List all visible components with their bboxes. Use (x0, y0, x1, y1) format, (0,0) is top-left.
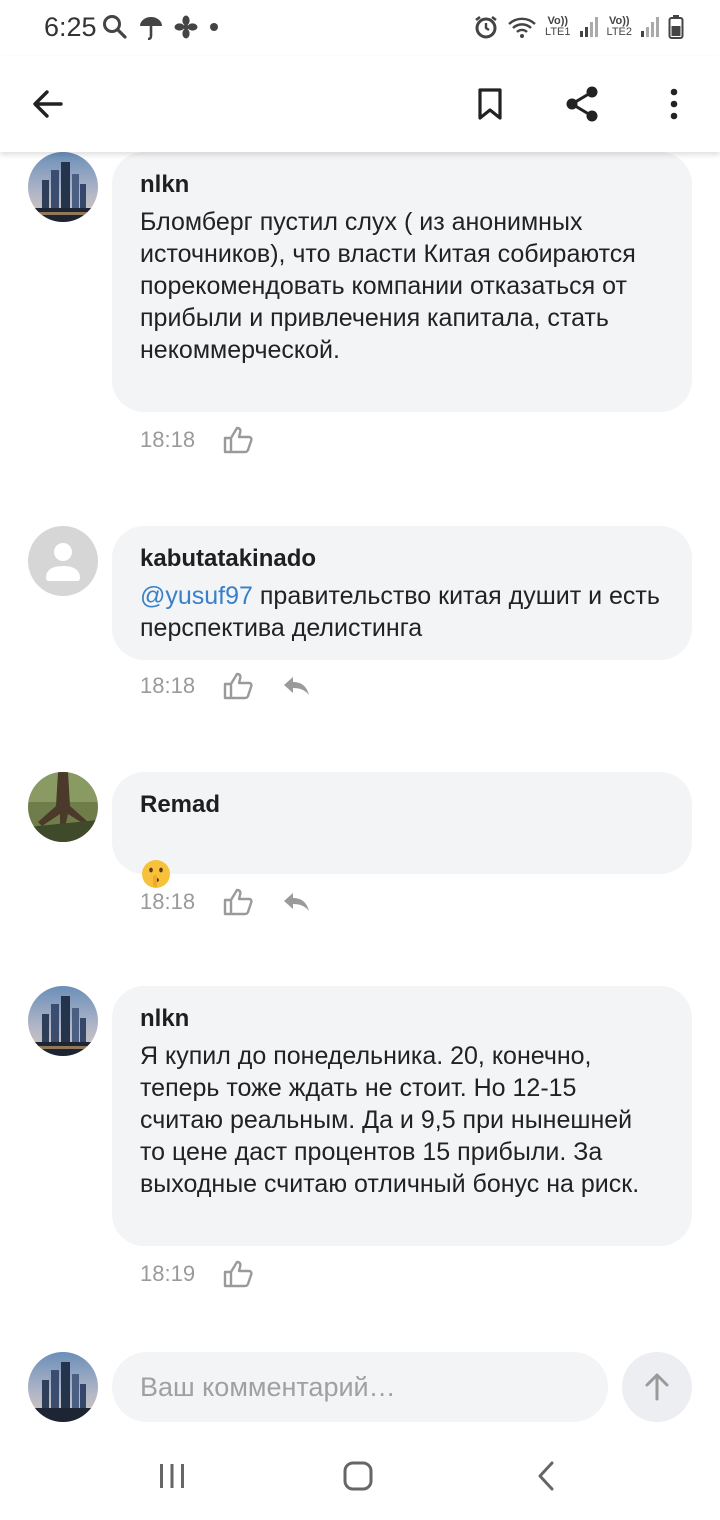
comment-time: 18:18 (140, 673, 196, 698)
tree-roots-avatar (28, 772, 98, 842)
chevron-left-icon (538, 1461, 554, 1491)
bookmark-button[interactable] (460, 74, 520, 134)
like-icon[interactable] (223, 426, 253, 454)
comment-bubble: kabutatakinado @yusuf97 правительство ки… (112, 526, 692, 660)
city-skyline-avatar (28, 1352, 98, 1422)
more-vert-icon (670, 88, 678, 120)
comment-meta: 18:18 (140, 888, 311, 916)
like-icon[interactable] (223, 672, 253, 700)
wifi-icon (508, 17, 536, 38)
send-button[interactable] (622, 1352, 692, 1422)
like-icon[interactable] (223, 888, 253, 916)
comments-list: nlkn Бломберг пустил слух ( из анонимных… (0, 152, 720, 1490)
comment-author[interactable]: nlkn (140, 1004, 664, 1034)
arrow-up-icon (645, 1373, 669, 1401)
home-icon (343, 1461, 373, 1491)
mention-link[interactable]: @yusuf97 (140, 582, 253, 610)
status-time: 6:25 (44, 12, 97, 42)
bookmark-icon (478, 88, 502, 120)
sim2-indicator: Vo)) LTE2 (606, 15, 632, 38)
recent-apps-button[interactable] (142, 1450, 202, 1502)
comment-bubble: Remad 🤫 (112, 772, 692, 888)
back-button[interactable] (18, 74, 78, 134)
comment-input[interactable]: Ваш комментарий… (112, 1352, 608, 1422)
comment-text: @yusuf97 правительство китая душит и ест… (140, 580, 664, 644)
recent-apps-icon (160, 1464, 184, 1488)
city-skyline-avatar (28, 986, 98, 1056)
home-button[interactable] (328, 1450, 388, 1502)
city-skyline-avatar (28, 152, 98, 222)
app-bar (0, 56, 720, 152)
comment-meta: 18:19 (140, 1260, 253, 1288)
reply-icon[interactable] (281, 890, 311, 914)
comment-meta: 18:18 (140, 672, 311, 700)
comment-author[interactable]: kabutatakinado (140, 544, 664, 574)
signal-icon (579, 17, 598, 37)
umbrella-icon (140, 17, 162, 40)
like-icon[interactable] (223, 1260, 253, 1288)
back-arrow-icon (33, 90, 63, 118)
comment-bubble: nlkn Бломберг пустил слух ( из анонимных… (112, 152, 692, 412)
sim1-indicator: Vo)) LTE1 (545, 15, 571, 38)
status-bar: 6:25 Vo)) LTE1 Vo)) LTE2 (0, 0, 720, 56)
system-nav-bar (0, 1432, 720, 1520)
avatar[interactable] (28, 986, 98, 1056)
comment-text: Бломберг пустил слух ( из анонимных исто… (140, 208, 636, 364)
comment-time: 18:19 (140, 1261, 196, 1286)
my-avatar (28, 1352, 98, 1422)
share-button[interactable] (552, 74, 612, 134)
search-icon (103, 15, 127, 39)
comment-meta: 18:18 (140, 426, 253, 454)
more-options-button[interactable] (644, 74, 704, 134)
default-user-icon (46, 543, 80, 581)
comment-time: 18:18 (140, 889, 196, 914)
comment-text: Я купил до понедельника. 20, конечно, те… (140, 1042, 640, 1198)
reply-icon[interactable] (281, 674, 311, 698)
share-icon (566, 86, 598, 122)
signal-icon (641, 17, 659, 37)
avatar[interactable] (28, 772, 98, 842)
notification-dot-icon (210, 23, 218, 31)
comment-author[interactable]: nlkn (140, 170, 664, 200)
comment-author[interactable]: Remad (140, 790, 664, 820)
avatar[interactable] (28, 152, 98, 222)
avatar[interactable] (28, 526, 98, 596)
back-nav-button[interactable] (516, 1450, 576, 1502)
comment-bubble: nlkn Я купил до понедельника. 20, конечн… (112, 986, 692, 1246)
comment-time: 18:18 (140, 427, 196, 452)
fan-icon (174, 15, 198, 39)
shushing-face-emoji (142, 860, 170, 888)
comment-composer: Ваш комментарий… (0, 1350, 720, 1426)
alarm-icon (475, 15, 497, 39)
battery-icon (668, 15, 684, 39)
